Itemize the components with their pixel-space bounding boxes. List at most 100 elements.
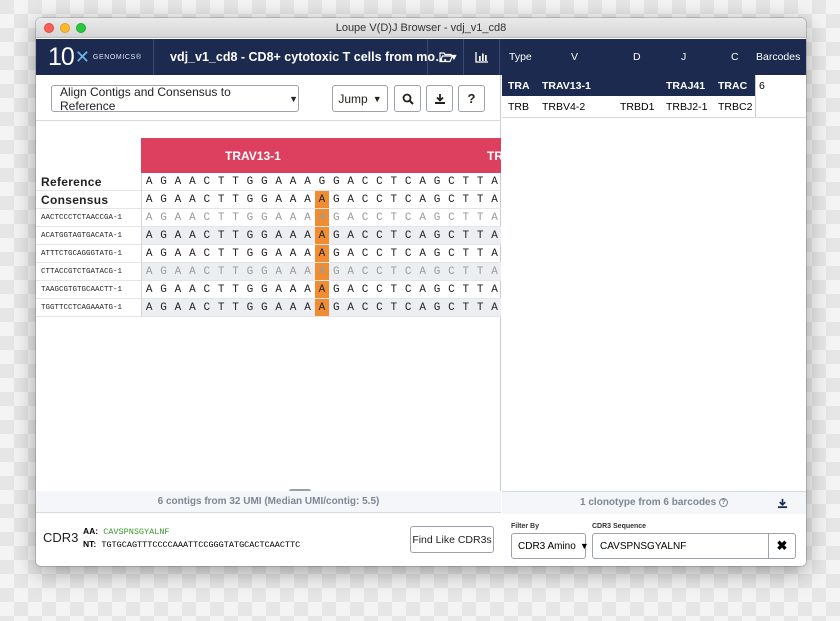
chain-type-cell: TRA — [508, 80, 530, 92]
clear-filter-button[interactable]: ✖ — [768, 534, 795, 558]
nucleotide: C — [203, 248, 211, 260]
nucleotide: C — [361, 248, 369, 260]
cdr3-nt: TGTGCAGTTTCCCCAAATTCCGGGTATGCACTCAACTTC — [101, 540, 301, 550]
nucleotide: C — [448, 230, 455, 242]
nucleotide: T — [217, 176, 225, 188]
contig-barcode[interactable]: TAAGCGTGTGCAACTT-1 — [36, 281, 141, 299]
nucleotide: A — [275, 248, 283, 260]
dataset-selector[interactable]: vdj_v1_cd8 - CD8+ cytotoxic T cells from… — [154, 39, 458, 75]
download-icon[interactable] — [777, 498, 788, 509]
alignment-panel: Align Contigs and Consensus to Reference… — [36, 75, 503, 566]
help-button[interactable]: ? — [458, 85, 485, 112]
sequence-row: AGAACTTGGAAAAGACCTCAGCTTAT — [142, 191, 501, 209]
chain-type-cell: TRB — [508, 101, 529, 113]
dataset-name: vdj_v1_cd8 - CD8+ cytotoxic T cells from… — [170, 50, 448, 64]
nucleotide: C — [404, 194, 412, 206]
nucleotide: A — [145, 176, 153, 188]
close-window-button[interactable] — [44, 23, 54, 33]
open-file-button[interactable] — [428, 39, 464, 75]
download-button[interactable] — [426, 85, 453, 112]
nucleotide: G — [332, 212, 340, 224]
col-header-v[interactable]: V — [571, 51, 578, 63]
nucleotide: G — [261, 230, 268, 242]
contig-barcode[interactable]: CTTACCGTCTGATACG-1 — [36, 263, 141, 281]
app-window: Loupe V(D)J Browser - vdj_v1_cd8 10 ✕ GE… — [36, 18, 806, 566]
sequence-row: AGAACTTGGAAAAGACCTCAGCTTAT — [142, 209, 501, 227]
zoom-window-button[interactable] — [76, 23, 86, 33]
col-header-c[interactable]: C — [731, 51, 739, 63]
nucleotide: C — [376, 176, 383, 188]
nucleotide: A — [275, 194, 283, 206]
contig-barcode[interactable]: ACATGGTAGTGACATA-1 — [36, 227, 141, 245]
nucleotide: G — [246, 230, 254, 242]
col-header-barcodes[interactable]: Barcodes — [756, 51, 800, 63]
clonotype-table: TRA TRAV13-1 TRAJ41 TRAC TRB TRBV4-2 TRBD1 TRBJ… — [502, 75, 756, 117]
nucleotide: T — [462, 266, 470, 278]
cdr3-panel: CDR3 AA: CAVSPNSGYALNF NT: TGTGCAGTTTCCC… — [36, 512, 501, 566]
col-header-d[interactable]: D — [633, 51, 641, 63]
minimize-window-button[interactable] — [60, 23, 70, 33]
contig-barcode[interactable]: TGGTTCCTCAGAAATG-1 — [36, 299, 141, 317]
nucleotide: T — [232, 302, 239, 314]
nucleotide: T — [390, 302, 398, 314]
search-button[interactable] — [394, 85, 421, 112]
nucleotide: T — [462, 248, 470, 260]
contig-barcode[interactable]: ATTTCTGCAGGGTATG-1 — [36, 245, 141, 263]
nucleotide: C — [448, 248, 455, 260]
nucleotide: G — [261, 284, 268, 296]
col-header-type[interactable]: Type — [509, 51, 532, 63]
nucleotide: T — [390, 230, 398, 242]
nucleotide: C — [361, 266, 369, 278]
filter-by-label: Filter By — [511, 523, 540, 530]
nucleotide: C — [404, 176, 412, 188]
barcodes-count: 6 — [759, 80, 765, 92]
chevron-down-icon: ▼ — [289, 93, 298, 104]
nucleotide: A — [174, 212, 182, 224]
logo-trademark: ® — [135, 53, 142, 61]
sequence-row: AGAACTTGGAAAAGACCTCAGCTTAT — [142, 281, 501, 299]
search-icon — [402, 93, 414, 105]
sequence-row: AGAACTTGGAAAGGACCTCAGCTTAT — [142, 173, 501, 191]
sequence-name-consensus: Consensus — [36, 191, 141, 209]
nucleotide: G — [160, 212, 167, 224]
sequence-row: AGAACTTGGAAAAGACCTCAGCTTAT — [142, 245, 501, 263]
cdr3-sequence-input[interactable]: CAVSPNSGYALNF ✖ — [592, 533, 796, 559]
nucleotide: G — [246, 302, 254, 314]
nucleotide: G — [246, 212, 254, 224]
align-mode-select[interactable]: Align Contigs and Consensus to Reference… — [51, 85, 299, 113]
nucleotide: G — [332, 176, 340, 188]
help-icon[interactable]: ? — [718, 498, 728, 507]
table-divider — [502, 117, 806, 118]
nucleotide: A — [304, 230, 311, 242]
nucleotide: T — [217, 284, 225, 296]
contig-barcode[interactable]: AACTCCCTCTAACCGA-1 — [36, 209, 141, 227]
nucleotide: A — [304, 284, 311, 296]
clonotype-chain-row[interactable]: TRA TRAV13-1 TRAJ41 TRAC — [502, 75, 755, 96]
nucleotide: C — [404, 230, 412, 242]
nucleotide: A — [347, 176, 354, 188]
jump-dropdown[interactable]: Jump ▼ — [332, 85, 388, 112]
stats-button[interactable] — [464, 39, 500, 75]
nucleotide: A — [304, 266, 311, 278]
nucleotide: A — [289, 230, 297, 242]
filter-by-select[interactable]: CDR3 Amino ▼ — [511, 533, 589, 559]
nucleotide: A — [347, 230, 354, 242]
nucleotide: G — [261, 248, 268, 260]
gene-segment-label-next: TR — [487, 149, 503, 163]
clonotype-panel: TRA TRAV13-1 TRAJ41 TRAC TRB TRBV4-2 TRBD1 TRBJ… — [502, 75, 806, 566]
nucleotide: A — [189, 176, 196, 188]
nucleotide: T — [232, 194, 239, 206]
clonotype-chain-row[interactable]: TRB TRBV4-2 TRBD1 TRBJ2-1 TRBC2 — [502, 96, 755, 117]
nucleotide: A — [145, 212, 153, 224]
nucleotide: A — [289, 194, 297, 206]
col-header-j[interactable]: J — [681, 51, 686, 63]
nucleotide: C — [376, 302, 383, 314]
find-like-cdr3-button[interactable]: Find Like CDR3s — [410, 526, 494, 553]
nucleotide: C — [376, 230, 383, 242]
nucleotide: A — [289, 284, 297, 296]
sequence-alignment-grid[interactable]: AGAACTTGGAAAGGACCTCAGCTTATAGAACTTGGAAAAG… — [141, 173, 501, 317]
nucleotide: T — [217, 212, 225, 224]
nucleotide: A — [275, 176, 283, 188]
nucleotide: A — [347, 284, 354, 296]
contig-summary: 6 contigs from 32 UMI (Median UMI/contig… — [36, 491, 501, 513]
